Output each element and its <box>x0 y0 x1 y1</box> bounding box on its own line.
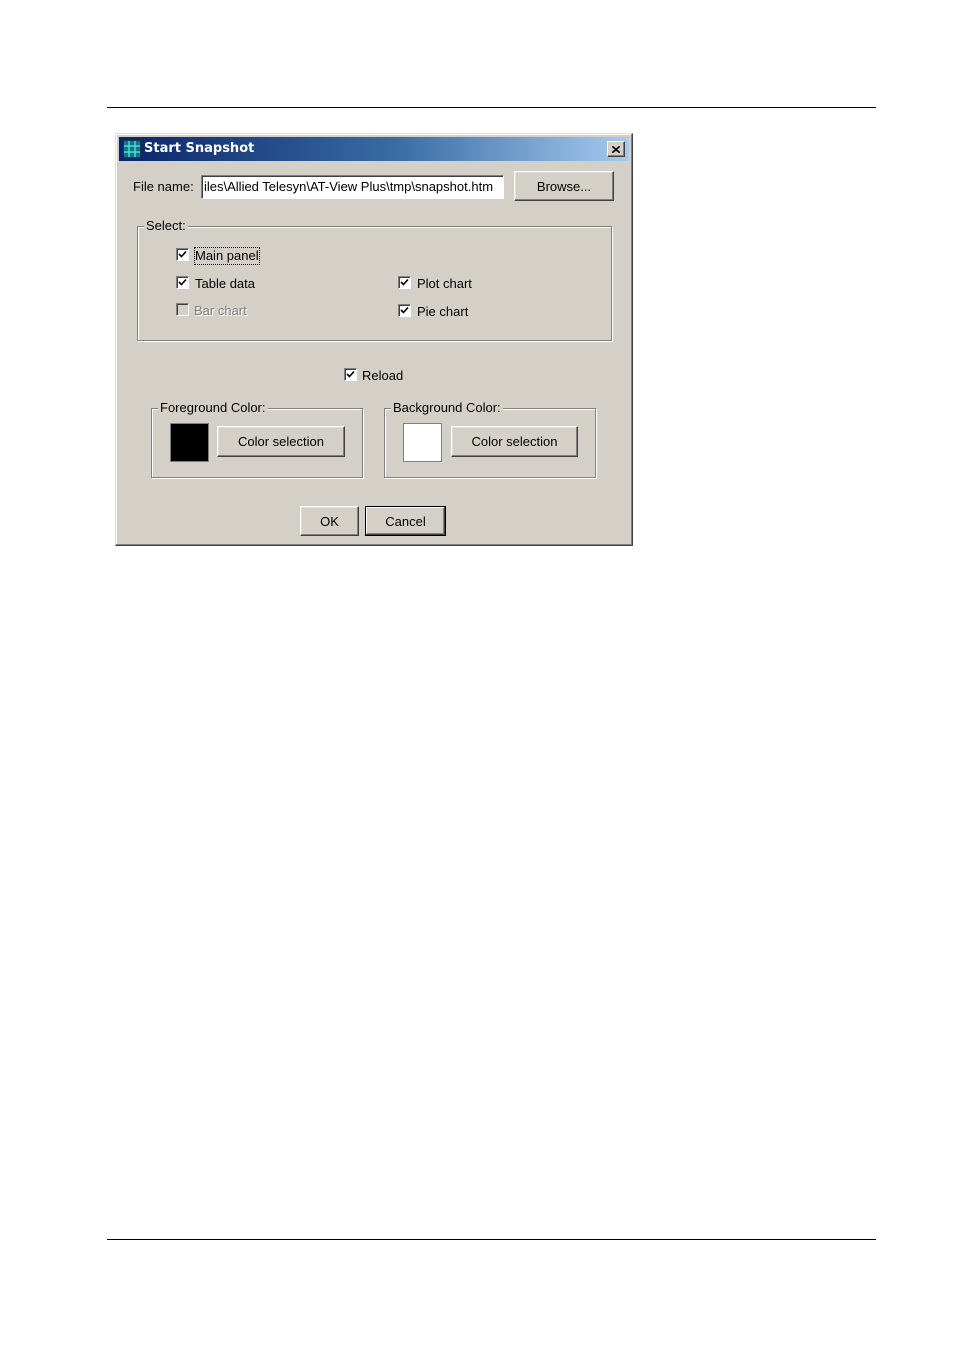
select-legend: Select: <box>144 218 188 234</box>
table-data-label[interactable]: Table data <box>195 276 255 292</box>
table-data-checkbox[interactable] <box>176 276 189 289</box>
reload-label[interactable]: Reload <box>362 368 403 384</box>
plot-chart-checkbox[interactable] <box>398 276 411 289</box>
cancel-button[interactable]: Cancel <box>365 506 446 536</box>
title-bar[interactable]: Start Snapshot <box>119 137 629 161</box>
grid-icon <box>123 140 141 158</box>
checkmark-icon <box>346 370 355 378</box>
foreground-color-legend: Foreground Color: <box>158 400 268 416</box>
close-button[interactable] <box>607 141 625 157</box>
reload-checkbox[interactable] <box>344 368 357 381</box>
file-name-label: File name: <box>133 179 194 194</box>
pie-chart-label[interactable]: Pie chart <box>417 304 468 320</box>
checkmark-icon <box>178 250 187 258</box>
plot-chart-label[interactable]: Plot chart <box>417 276 472 292</box>
background-color-swatch <box>403 423 442 462</box>
dialog-title: Start Snapshot <box>144 141 255 156</box>
main-panel-label[interactable]: Main panel <box>194 247 260 265</box>
close-icon <box>611 145 621 154</box>
header-rule <box>107 107 876 108</box>
footer-rule <box>107 1239 876 1240</box>
checkmark-icon <box>400 278 409 286</box>
main-panel-checkbox[interactable] <box>176 248 189 261</box>
foreground-color-selection-button[interactable]: Color selection <box>217 426 345 457</box>
bar-chart-label: Bar chart <box>194 303 247 318</box>
checkmark-icon <box>400 306 409 314</box>
background-color-selection-button[interactable]: Color selection <box>451 426 578 457</box>
start-snapshot-dialog: Start Snapshot File name: iles\Allied Te… <box>115 133 633 546</box>
pie-chart-checkbox[interactable] <box>398 304 411 317</box>
background-color-legend: Background Color: <box>391 400 503 416</box>
checkmark-icon <box>178 278 187 286</box>
file-name-input[interactable]: iles\Allied Telesyn\AT-View Plus\tmp\sna… <box>201 175 504 199</box>
ok-button[interactable]: OK <box>300 506 359 536</box>
bar-chart-checkbox <box>176 303 189 316</box>
foreground-color-swatch <box>170 423 209 462</box>
browse-button[interactable]: Browse... <box>514 171 614 201</box>
